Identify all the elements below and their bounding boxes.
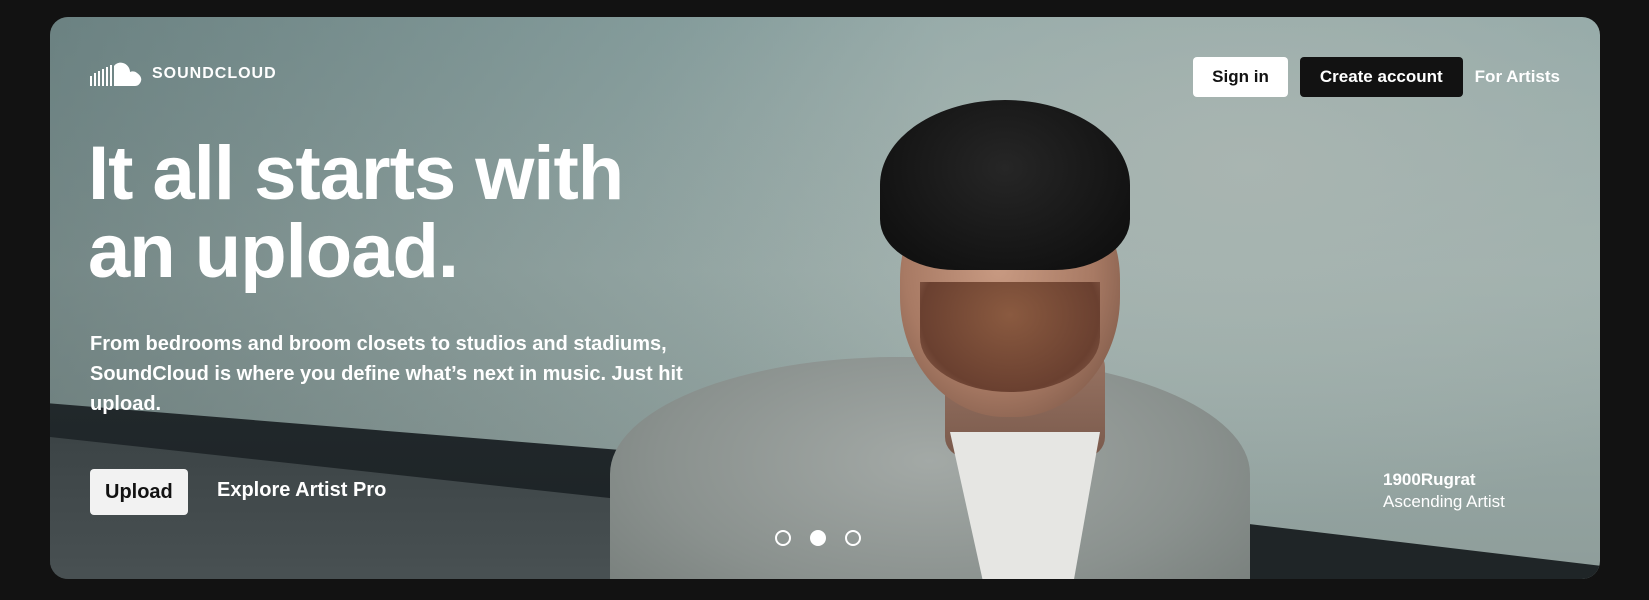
- explore-artist-pro-link[interactable]: Explore Artist Pro: [217, 479, 386, 502]
- hero-headline: It all starts with an upload.: [88, 131, 624, 294]
- hero-image-artist-beard: [920, 282, 1100, 392]
- upload-button[interactable]: Upload: [90, 469, 188, 515]
- carousel-dot[interactable]: [845, 530, 861, 546]
- brand-name: SOUNDCLOUD: [152, 65, 277, 82]
- hero-image-artist-beanie: [880, 100, 1130, 270]
- soundcloud-logo-icon: [90, 62, 142, 86]
- create-account-button[interactable]: Create account: [1299, 57, 1463, 97]
- hero-subtext: From bedrooms and broom closets to studi…: [90, 333, 683, 415]
- artist-name[interactable]: 1900Rugrat: [1383, 469, 1505, 491]
- carousel-dot[interactable]: [775, 530, 791, 546]
- sign-in-button[interactable]: Sign in: [1193, 57, 1288, 97]
- header-nav: Sign in Create account For Artists: [1193, 57, 1560, 97]
- artist-role: Ascending Artist: [1383, 492, 1505, 511]
- for-artists-link[interactable]: For Artists: [1475, 67, 1560, 87]
- hero-banner: SOUNDCLOUD Sign in Create account For Ar…: [50, 17, 1600, 579]
- carousel-dot-active[interactable]: [810, 530, 826, 546]
- featured-artist-credit: 1900Rugrat Ascending Artist: [1383, 469, 1505, 513]
- carousel-dots: [775, 530, 861, 546]
- soundcloud-logo[interactable]: SOUNDCLOUD: [90, 62, 277, 86]
